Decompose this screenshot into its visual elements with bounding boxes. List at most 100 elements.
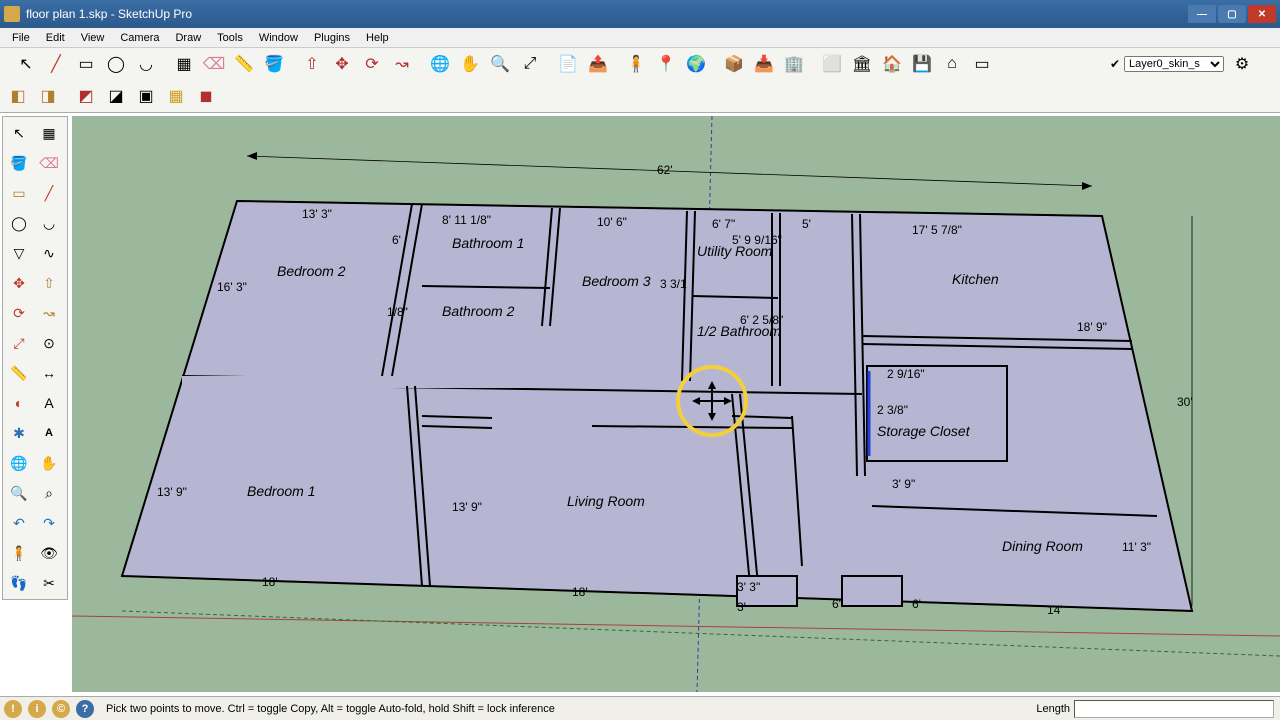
menu-window[interactable]: Window [251, 30, 306, 46]
follow-me-icon[interactable]: ↝ [388, 50, 416, 78]
paint-bucket-icon[interactable]: 🪣 [260, 50, 288, 78]
dim-6c: 6' [912, 597, 921, 611]
circle-icon[interactable]: ◯ [5, 209, 33, 237]
building-icon[interactable]: 🏛 [848, 50, 876, 78]
maximize-button[interactable]: ▢ [1218, 5, 1246, 23]
viewport[interactable]: 62' 30' [72, 116, 1280, 692]
person-icon[interactable]: 🧍 [622, 50, 650, 78]
place-icon[interactable]: 📍 [652, 50, 680, 78]
axes-icon[interactable]: ✱ [5, 419, 33, 447]
menu-tools[interactable]: Tools [209, 30, 251, 46]
get-location-icon[interactable]: 📄 [554, 50, 582, 78]
layer-selector[interactable]: ✔ Layer0_skin_s ⚙ [1110, 50, 1276, 78]
look-icon[interactable]: 👁 [35, 539, 63, 567]
prev-icon[interactable]: ↶ [5, 509, 33, 537]
select-icon[interactable]: ↖ [5, 119, 33, 147]
pan-icon[interactable]: ✋ [35, 449, 63, 477]
select-tool-icon[interactable]: ↖ [12, 50, 40, 78]
sandbox5-icon[interactable]: ▣ [132, 82, 160, 110]
geo-icon[interactable]: ! [4, 700, 22, 718]
help-icon[interactable]: ? [76, 700, 94, 718]
label-bathroom2: Bathroom 2 [442, 303, 515, 319]
text-icon[interactable]: A [35, 389, 63, 417]
window-title: floor plan 1.skp - SketchUp Pro [26, 7, 1188, 21]
rectangle-tool-icon[interactable]: ▭ [72, 50, 100, 78]
menu-camera[interactable]: Camera [112, 30, 167, 46]
dim-10-6: 10' 6" [597, 215, 627, 229]
earth-icon[interactable]: 🌍 [682, 50, 710, 78]
layer-manager-icon[interactable]: ⚙ [1228, 50, 1256, 78]
polygon-icon[interactable]: ▽ [5, 239, 33, 267]
menu-help[interactable]: Help [358, 30, 397, 46]
model-canvas[interactable]: 62' 30' [72, 116, 1280, 692]
menu-edit[interactable]: Edit [38, 30, 73, 46]
next-icon[interactable]: ↷ [35, 509, 63, 537]
sandbox3-icon[interactable]: ◩ [72, 82, 100, 110]
eraser-tool-icon[interactable]: ⌫ [200, 50, 228, 78]
menu-plugins[interactable]: Plugins [306, 30, 358, 46]
make-component-icon[interactable]: ▦ [170, 50, 198, 78]
orbit-icon[interactable]: 🌐 [5, 449, 33, 477]
push-pull-icon[interactable]: ⇧ [298, 50, 326, 78]
blank-icon[interactable]: ▭ [968, 50, 996, 78]
pan-tool-icon[interactable]: ✋ [456, 50, 484, 78]
rotate-tool-icon[interactable]: ⟳ [358, 50, 386, 78]
component-icon[interactable]: ▦ [35, 119, 63, 147]
walk-icon[interactable]: 👣 [5, 569, 33, 597]
house-icon[interactable]: 🏠 [878, 50, 906, 78]
send-icon[interactable]: 📦 [720, 50, 748, 78]
rotate-icon[interactable]: ⟳ [5, 299, 33, 327]
protractor-icon[interactable]: ◐ [5, 389, 33, 417]
dim-13-3: 13' 3" [302, 207, 332, 221]
zoomwin-icon[interactable]: ⌕ [35, 479, 63, 507]
move-icon[interactable]: ✥ [5, 269, 33, 297]
minimize-button[interactable]: — [1188, 5, 1216, 23]
export-icon[interactable]: 📤 [584, 50, 612, 78]
section-icon[interactable]: ✂ [35, 569, 63, 597]
sandbox6-icon[interactable]: ▦ [162, 82, 190, 110]
tape-icon[interactable]: 📏 [5, 359, 33, 387]
receive-icon[interactable]: 📥 [750, 50, 778, 78]
followme-icon[interactable]: ↝ [35, 299, 63, 327]
3dtext-icon[interactable]: A [35, 419, 63, 447]
offset-icon[interactable]: ⊙ [35, 329, 63, 357]
save-icon[interactable]: 💾 [908, 50, 936, 78]
layer-dropdown[interactable]: Layer0_skin_s [1124, 56, 1224, 72]
house2-icon[interactable]: ⌂ [938, 50, 966, 78]
sandbox1-icon[interactable]: ◧ [4, 82, 32, 110]
sandbox2-icon[interactable]: ◨ [34, 82, 62, 110]
sandbox4-icon[interactable]: ◪ [102, 82, 130, 110]
sandbox7-icon[interactable]: ◼ [192, 82, 220, 110]
arc-tool-icon[interactable]: ◡ [132, 50, 160, 78]
credits-icon[interactable]: i [28, 700, 46, 718]
scale-icon[interactable]: ⤢ [5, 329, 33, 357]
warehouse-icon[interactable]: 🏢 [780, 50, 808, 78]
close-button[interactable]: ✕ [1248, 5, 1276, 23]
menu-view[interactable]: View [73, 30, 113, 46]
position-cam-icon[interactable]: 🧍 [5, 539, 33, 567]
menu-draw[interactable]: Draw [167, 30, 209, 46]
zoom-tool-icon[interactable]: 🔍 [486, 50, 514, 78]
length-input[interactable] [1074, 700, 1274, 718]
orbit-tool-icon[interactable]: 🌐 [426, 50, 454, 78]
dim-2-9: 2 9/16" [887, 367, 925, 381]
eraser-icon[interactable]: ⌫ [35, 149, 63, 177]
circle-tool-icon[interactable]: ◯ [102, 50, 130, 78]
tape-measure-icon[interactable]: 📏 [230, 50, 258, 78]
rect-icon[interactable]: ▭ [5, 179, 33, 207]
cube-icon[interactable]: ⬜ [818, 50, 846, 78]
dim-icon[interactable]: ↔ [35, 359, 63, 387]
freehand-icon[interactable]: ∿ [35, 239, 63, 267]
claim-icon[interactable]: © [52, 700, 70, 718]
line-icon[interactable]: ╱ [35, 179, 63, 207]
line-tool-icon[interactable]: ╱ [42, 50, 70, 78]
title-bar: floor plan 1.skp - SketchUp Pro — ▢ ✕ [0, 0, 1280, 28]
status-bar: ! i © ? Pick two points to move. Ctrl = … [0, 696, 1280, 720]
arc-icon[interactable]: ◡ [35, 209, 63, 237]
zoom2-icon[interactable]: 🔍 [5, 479, 33, 507]
zoom-extents-icon[interactable]: ⤢ [516, 50, 544, 78]
paint-icon[interactable]: 🪣 [5, 149, 33, 177]
menu-file[interactable]: File [4, 30, 38, 46]
move-tool-icon[interactable]: ✥ [328, 50, 356, 78]
pushpull-icon[interactable]: ⇧ [35, 269, 63, 297]
